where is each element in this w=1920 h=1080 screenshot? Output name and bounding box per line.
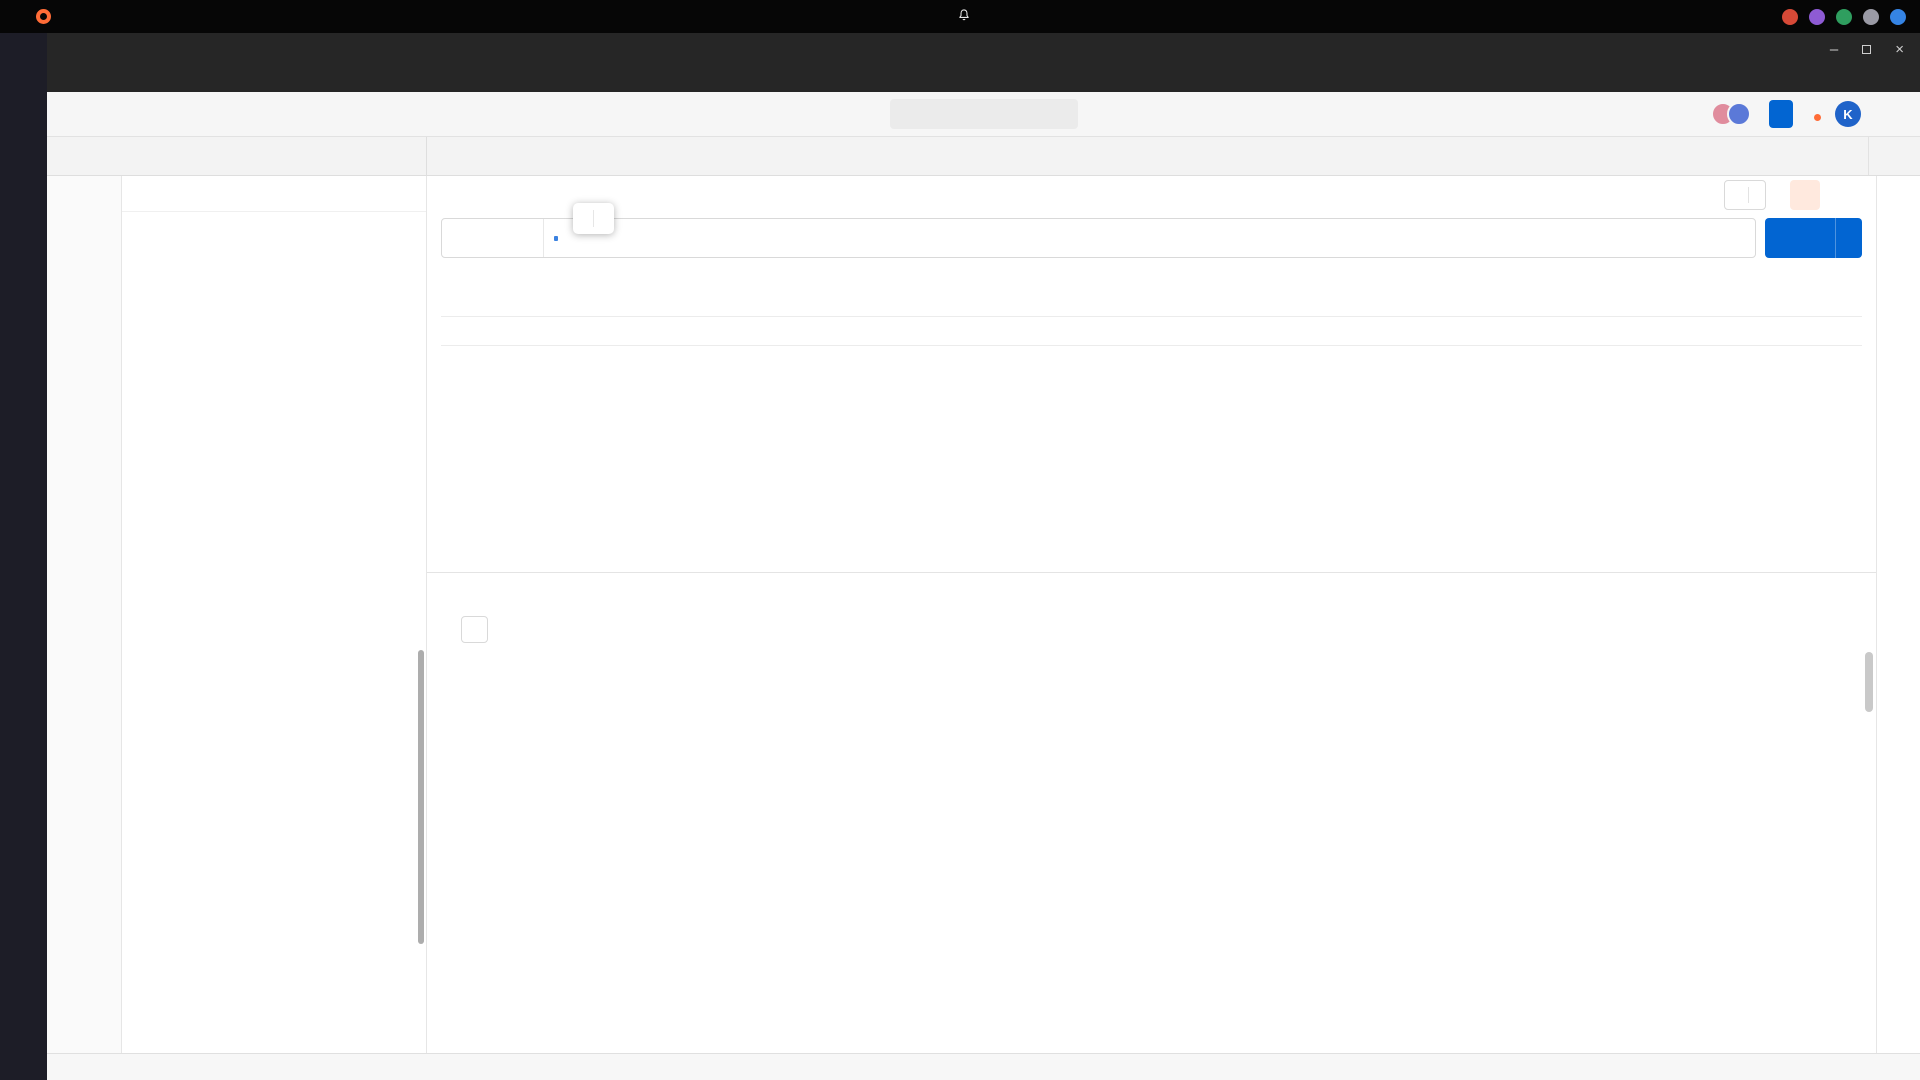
sidebar-scrollbar[interactable] xyxy=(418,650,424,944)
app-header: K xyxy=(47,92,1920,137)
minimize-button[interactable]: – xyxy=(1830,42,1838,57)
response-body-code xyxy=(427,648,1876,1053)
status-bar xyxy=(47,1053,1920,1080)
tab-options-button[interactable] xyxy=(499,137,523,175)
system-tray xyxy=(1782,9,1906,25)
send-options-button[interactable] xyxy=(1835,218,1862,258)
url-input[interactable] xyxy=(544,219,1755,257)
maximize-button[interactable] xyxy=(1862,42,1871,57)
send-button[interactable] xyxy=(1765,218,1862,258)
ubuntu-top-bar xyxy=(0,0,1920,33)
bell-icon xyxy=(957,8,971,22)
tray-app-icon[interactable] xyxy=(1863,9,1879,25)
environment-quick-look-button[interactable] xyxy=(1896,137,1920,175)
scroll-tabs-right-button[interactable] xyxy=(451,137,475,175)
response-scrollbar[interactable] xyxy=(1865,652,1873,712)
import-button[interactable] xyxy=(402,153,414,159)
response-language-selector[interactable] xyxy=(461,616,488,643)
menu-bar xyxy=(47,66,1920,92)
scroll-tabs-left-button[interactable] xyxy=(427,137,451,175)
desktop: – × xyxy=(0,0,1920,1080)
comment-button[interactable] xyxy=(1832,180,1862,210)
query-params-table xyxy=(441,316,1862,346)
response-panel xyxy=(427,572,1876,1053)
collections-sidebar xyxy=(122,176,427,1053)
tray-app-icon[interactable] xyxy=(1809,9,1825,25)
workspace-members[interactable] xyxy=(1711,102,1755,126)
search-input[interactable] xyxy=(890,99,1078,129)
account-avatar[interactable]: K xyxy=(1835,101,1861,127)
close-button[interactable]: × xyxy=(1895,42,1904,57)
tray-app-icon[interactable] xyxy=(1782,9,1798,25)
window-titlebar: – × xyxy=(47,33,1920,66)
postman-window: – × xyxy=(47,33,1920,1080)
url-selected-text xyxy=(554,236,558,241)
method-selector[interactable] xyxy=(442,219,544,257)
save-button[interactable] xyxy=(1724,180,1766,210)
clock[interactable] xyxy=(949,8,971,25)
new-tab-button[interactable] xyxy=(475,137,499,175)
postman-app-icon xyxy=(36,9,51,24)
tray-app-icon[interactable] xyxy=(1836,9,1852,25)
request-tabs xyxy=(427,262,1876,298)
right-context-rail xyxy=(1876,176,1920,1053)
environment-selector[interactable] xyxy=(1868,137,1896,175)
focused-app-menu[interactable] xyxy=(36,9,58,24)
invite-button[interactable] xyxy=(1769,100,1793,128)
workspace-bar xyxy=(47,137,1920,176)
query-params-title xyxy=(427,298,1876,316)
set-as-variable-popup xyxy=(573,203,614,234)
url-bar xyxy=(441,218,1756,258)
request-panel xyxy=(427,176,1876,1053)
member-avatar xyxy=(1727,102,1751,126)
edit-button[interactable] xyxy=(1790,180,1820,210)
breadcrumb xyxy=(427,176,1876,214)
new-button[interactable] xyxy=(381,153,393,159)
ubuntu-dock xyxy=(0,33,47,1080)
left-icon-rail xyxy=(47,176,122,1053)
tray-app-icon[interactable] xyxy=(1890,9,1906,25)
